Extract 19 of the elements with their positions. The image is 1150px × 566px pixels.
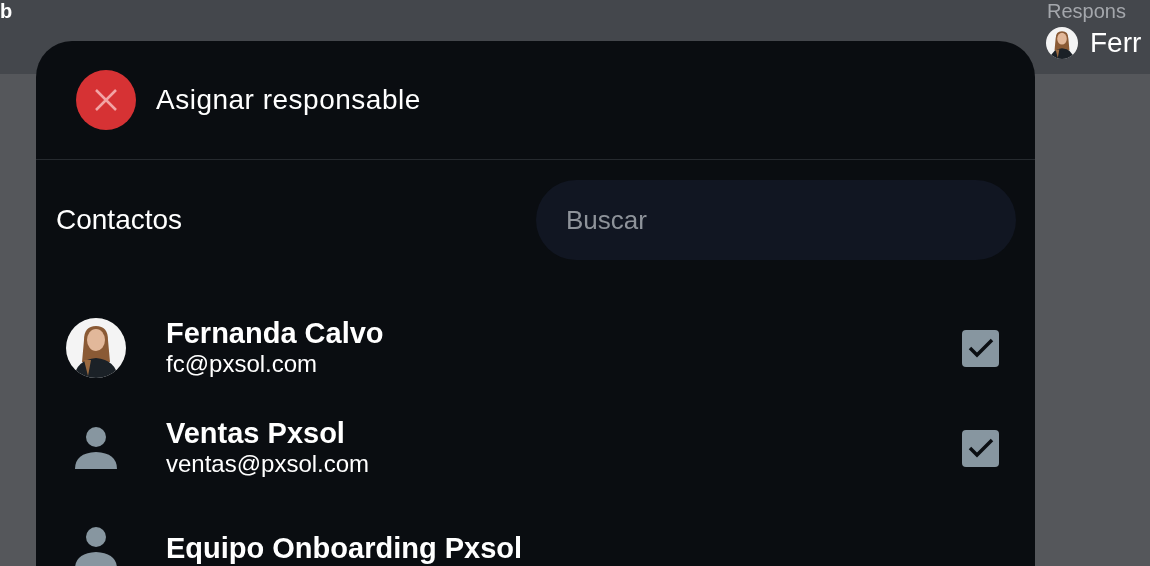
contact-name: Ventas Pxsol: [166, 417, 346, 449]
check-icon: [967, 338, 994, 358]
check-icon: [967, 438, 994, 458]
checkbox[interactable]: [962, 429, 999, 467]
contact-name: Equipo Onboarding Pxsol: [166, 532, 524, 564]
dialog-title: Asignar responsable: [156, 83, 421, 117]
search-field[interactable]: Buscar: [536, 180, 1016, 260]
close-button[interactable]: [76, 70, 136, 130]
column-label: Respons: [1047, 0, 1126, 22]
person-icon: [75, 527, 117, 566]
page-title: b: [0, 0, 13, 22]
contact-email: ventas@pxsol.com: [166, 448, 371, 479]
close-icon: [94, 88, 118, 112]
assignee-name: Ferr: [1090, 27, 1142, 59]
checkbox[interactable]: [962, 329, 999, 367]
person-icon: [75, 427, 117, 469]
section-label: Contactos: [56, 203, 183, 237]
contact-name: Fernanda Calvo: [166, 317, 385, 349]
contact-email: fc@pxsol.com: [166, 348, 319, 379]
